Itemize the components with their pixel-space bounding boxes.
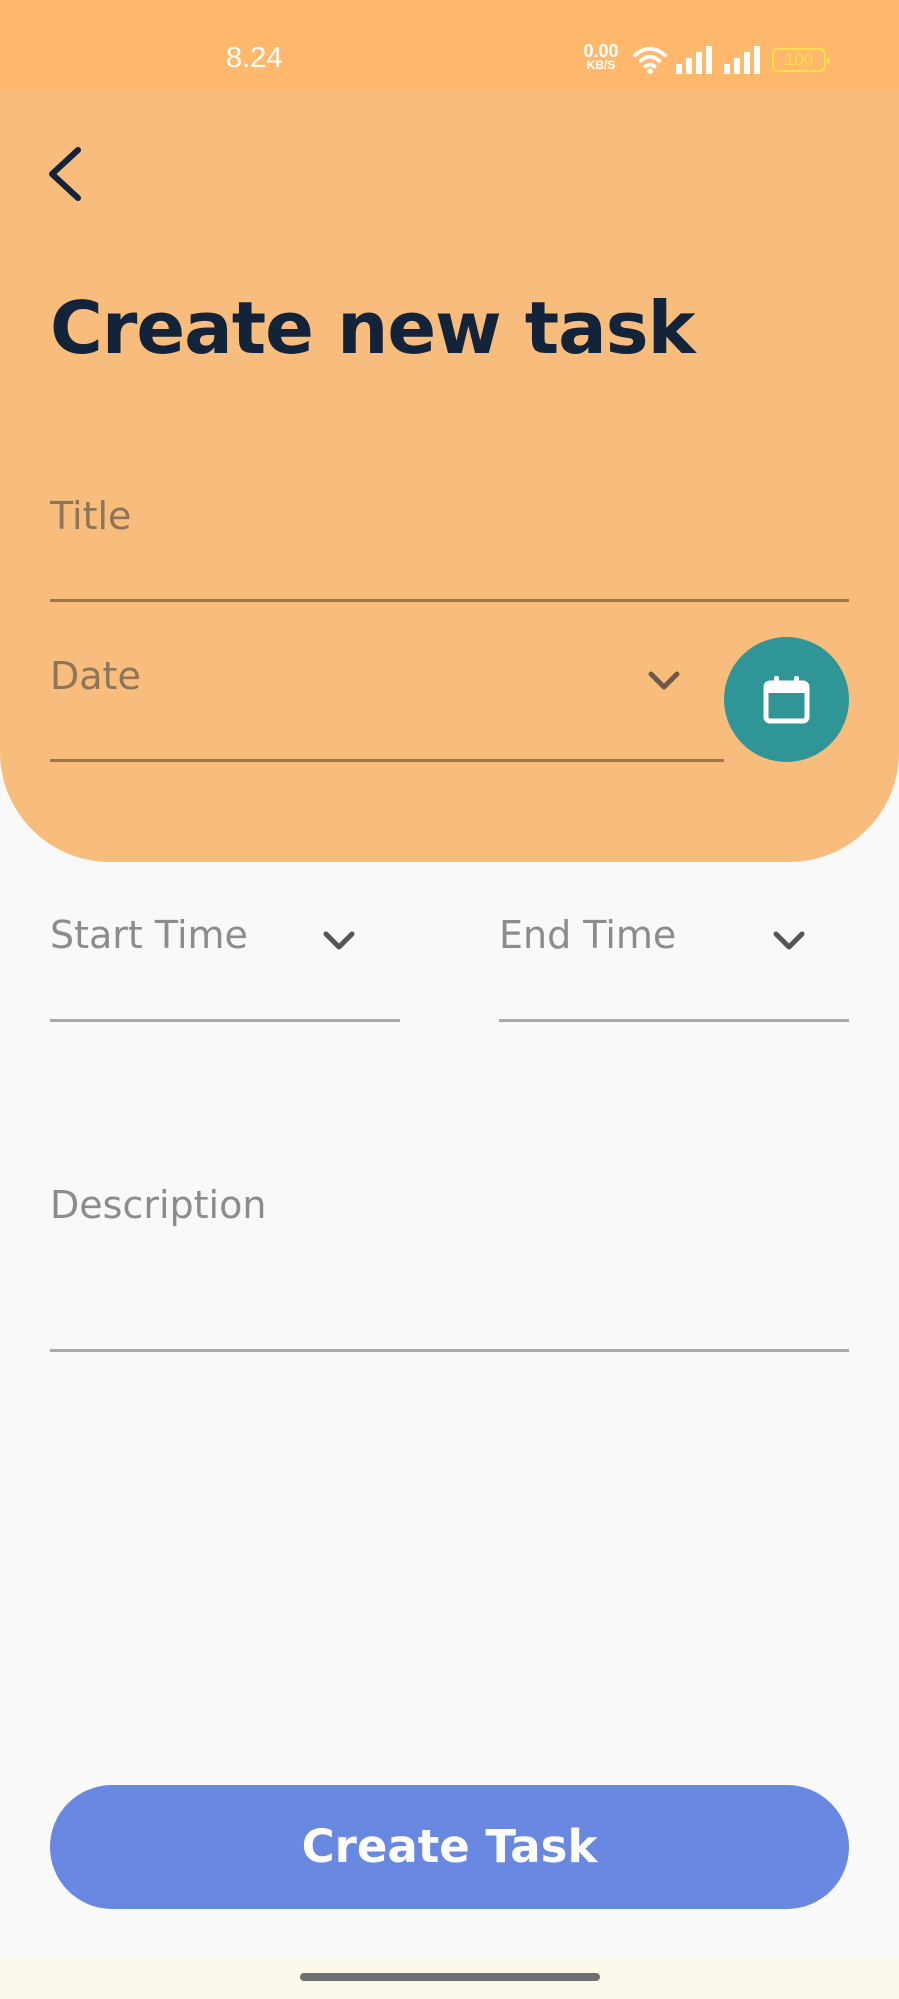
- create-task-button[interactable]: Create Task: [50, 1785, 849, 1909]
- description-underline: [50, 1349, 849, 1352]
- title-placeholder: Title: [50, 494, 132, 538]
- battery-icon: 100: [772, 48, 830, 72]
- home-indicator[interactable]: [300, 1973, 600, 1981]
- end-time-underline: [499, 1019, 849, 1022]
- network-speed-value: 0.00: [583, 41, 619, 61]
- chevron-down-icon[interactable]: [647, 670, 681, 692]
- page-title: Create new task: [50, 286, 695, 370]
- system-nav-bar: [0, 1957, 899, 1999]
- chevron-down-icon[interactable]: [322, 930, 356, 952]
- status-time: 8.24: [226, 42, 283, 74]
- network-speed: 0.00 KB/S: [578, 41, 624, 72]
- date-placeholder: Date: [50, 654, 141, 698]
- signal-icon: [676, 46, 712, 74]
- back-arrow-icon[interactable]: [46, 146, 86, 202]
- status-bar: 8.24 0.00 KB/S 100: [0, 0, 899, 92]
- signal-icon: [724, 46, 760, 74]
- end-time-placeholder: End Time: [499, 913, 677, 957]
- wifi-icon: [633, 46, 667, 74]
- calendar-icon: [763, 676, 810, 724]
- start-time-placeholder: Start Time: [50, 913, 248, 957]
- description-placeholder: Description: [50, 1183, 267, 1227]
- calendar-button[interactable]: [724, 637, 849, 762]
- title-underline: [50, 599, 849, 602]
- start-time-underline: [50, 1019, 400, 1022]
- date-underline: [50, 759, 724, 762]
- chevron-down-icon[interactable]: [772, 930, 806, 952]
